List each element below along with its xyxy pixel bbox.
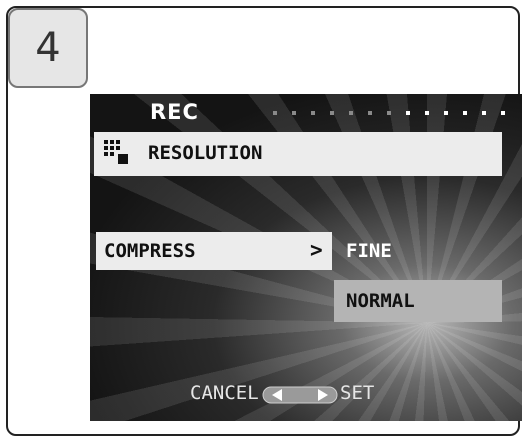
- menu-page-dots: [273, 111, 513, 117]
- page-dot: [501, 111, 505, 115]
- page-dot: [311, 111, 315, 115]
- option-fine[interactable]: FINE: [346, 240, 392, 262]
- page-dot: [444, 111, 448, 115]
- step-number: 4: [35, 25, 61, 71]
- page-dot: [292, 111, 296, 115]
- cancel-label: CANCEL: [190, 382, 259, 404]
- option-normal-label: NORMAL: [346, 290, 415, 312]
- page-dot: [406, 111, 410, 115]
- page-dot: [387, 111, 391, 115]
- step-number-badge: 4: [8, 8, 88, 88]
- page-dot: [425, 111, 429, 115]
- lcd-footer: CANCEL SET: [90, 382, 522, 412]
- chevron-right-icon: >: [310, 238, 323, 262]
- page-dot: [273, 111, 277, 115]
- page-dot: [368, 111, 372, 115]
- submenu-compress[interactable]: COMPRESS >: [96, 232, 332, 270]
- submenu-label: COMPRESS: [104, 240, 196, 262]
- menu-item-label: RESOLUTION: [148, 142, 263, 164]
- page-dot: [482, 111, 486, 115]
- resolution-grid-icon: [104, 140, 128, 164]
- rec-menu-title: REC: [150, 100, 199, 124]
- camera-lcd-screen: REC RESOLUTION COMPRESS > FINE NORMAL CA…: [90, 94, 522, 421]
- page-dot: [330, 111, 334, 115]
- option-normal-selected[interactable]: NORMAL: [334, 280, 502, 322]
- page-dot: [349, 111, 353, 115]
- menu-item-resolution[interactable]: RESOLUTION: [94, 132, 502, 176]
- set-label: SET: [340, 382, 375, 404]
- left-right-arrow-icon: [262, 386, 338, 404]
- page-dot: [463, 111, 467, 115]
